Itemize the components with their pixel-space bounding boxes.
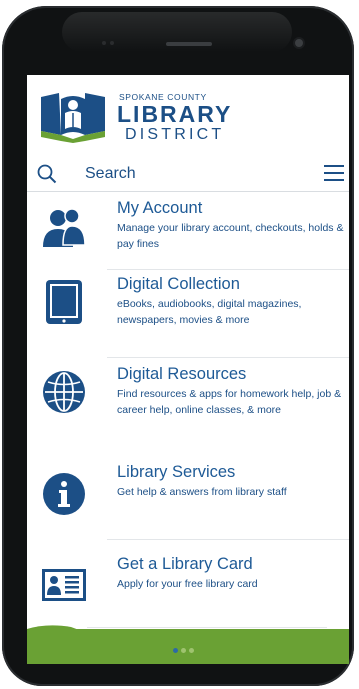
phone-frame: SPOKANE COUNTY LIBRARY DISTRICT Search M…	[2, 6, 354, 686]
sensor-dot	[102, 41, 106, 45]
menu-item-library-services[interactable]: Library Services Get help & answers from…	[27, 463, 349, 535]
item-description: eBooks, audiobooks, digital magazines, n…	[117, 298, 302, 326]
item-title: My Account	[117, 199, 203, 217]
menu-item-my-account[interactable]: My Account Manage your library account, …	[27, 193, 349, 267]
speaker-grille	[166, 42, 212, 46]
menu-divider	[107, 269, 349, 270]
page-dot[interactable]	[173, 648, 178, 653]
logo-library-text: LIBRARY	[117, 101, 233, 127]
hamburger-menu-icon[interactable]	[324, 164, 344, 182]
menu-divider	[107, 539, 349, 540]
users-icon	[43, 208, 86, 247]
info-icon	[43, 473, 85, 515]
item-title: Get a Library Card	[117, 555, 253, 573]
item-title: Digital Resources	[117, 365, 247, 383]
phone-shine	[62, 12, 292, 52]
item-description: Manage your library account, checkouts, …	[117, 222, 344, 250]
item-description: Get help & answers from library staff	[117, 486, 287, 498]
app-screen: SPOKANE COUNTY LIBRARY DISTRICT Search M…	[27, 75, 349, 664]
globe-icon	[43, 371, 85, 413]
item-description: Find resources & apps for homework help,…	[117, 388, 342, 416]
front-camera	[295, 39, 303, 47]
item-description: Apply for your free library card	[117, 578, 258, 590]
menu-item-digital-collection[interactable]: Digital Collection eBooks, audiobooks, d…	[27, 275, 349, 355]
library-logo[interactable]: SPOKANE COUNTY LIBRARY DISTRICT	[33, 85, 243, 143]
item-title: Library Services	[117, 463, 236, 481]
logo-mark-icon	[41, 93, 105, 143]
logo-district-text: DISTRICT	[125, 126, 225, 143]
menu-item-digital-resources[interactable]: Digital Resources Find resources & apps …	[27, 365, 349, 461]
search-bar[interactable]: Search	[27, 157, 349, 192]
item-title: Digital Collection	[117, 275, 240, 293]
page-indicator[interactable]	[173, 640, 197, 658]
search-input[interactable]: Search	[85, 165, 136, 183]
page-dot[interactable]	[189, 648, 194, 653]
search-icon[interactable]	[37, 164, 57, 184]
sensor-dot	[110, 41, 114, 45]
page-dot[interactable]	[181, 648, 186, 653]
menu-divider	[107, 357, 349, 358]
tablet-icon	[46, 280, 82, 324]
id-card-icon	[42, 569, 86, 601]
